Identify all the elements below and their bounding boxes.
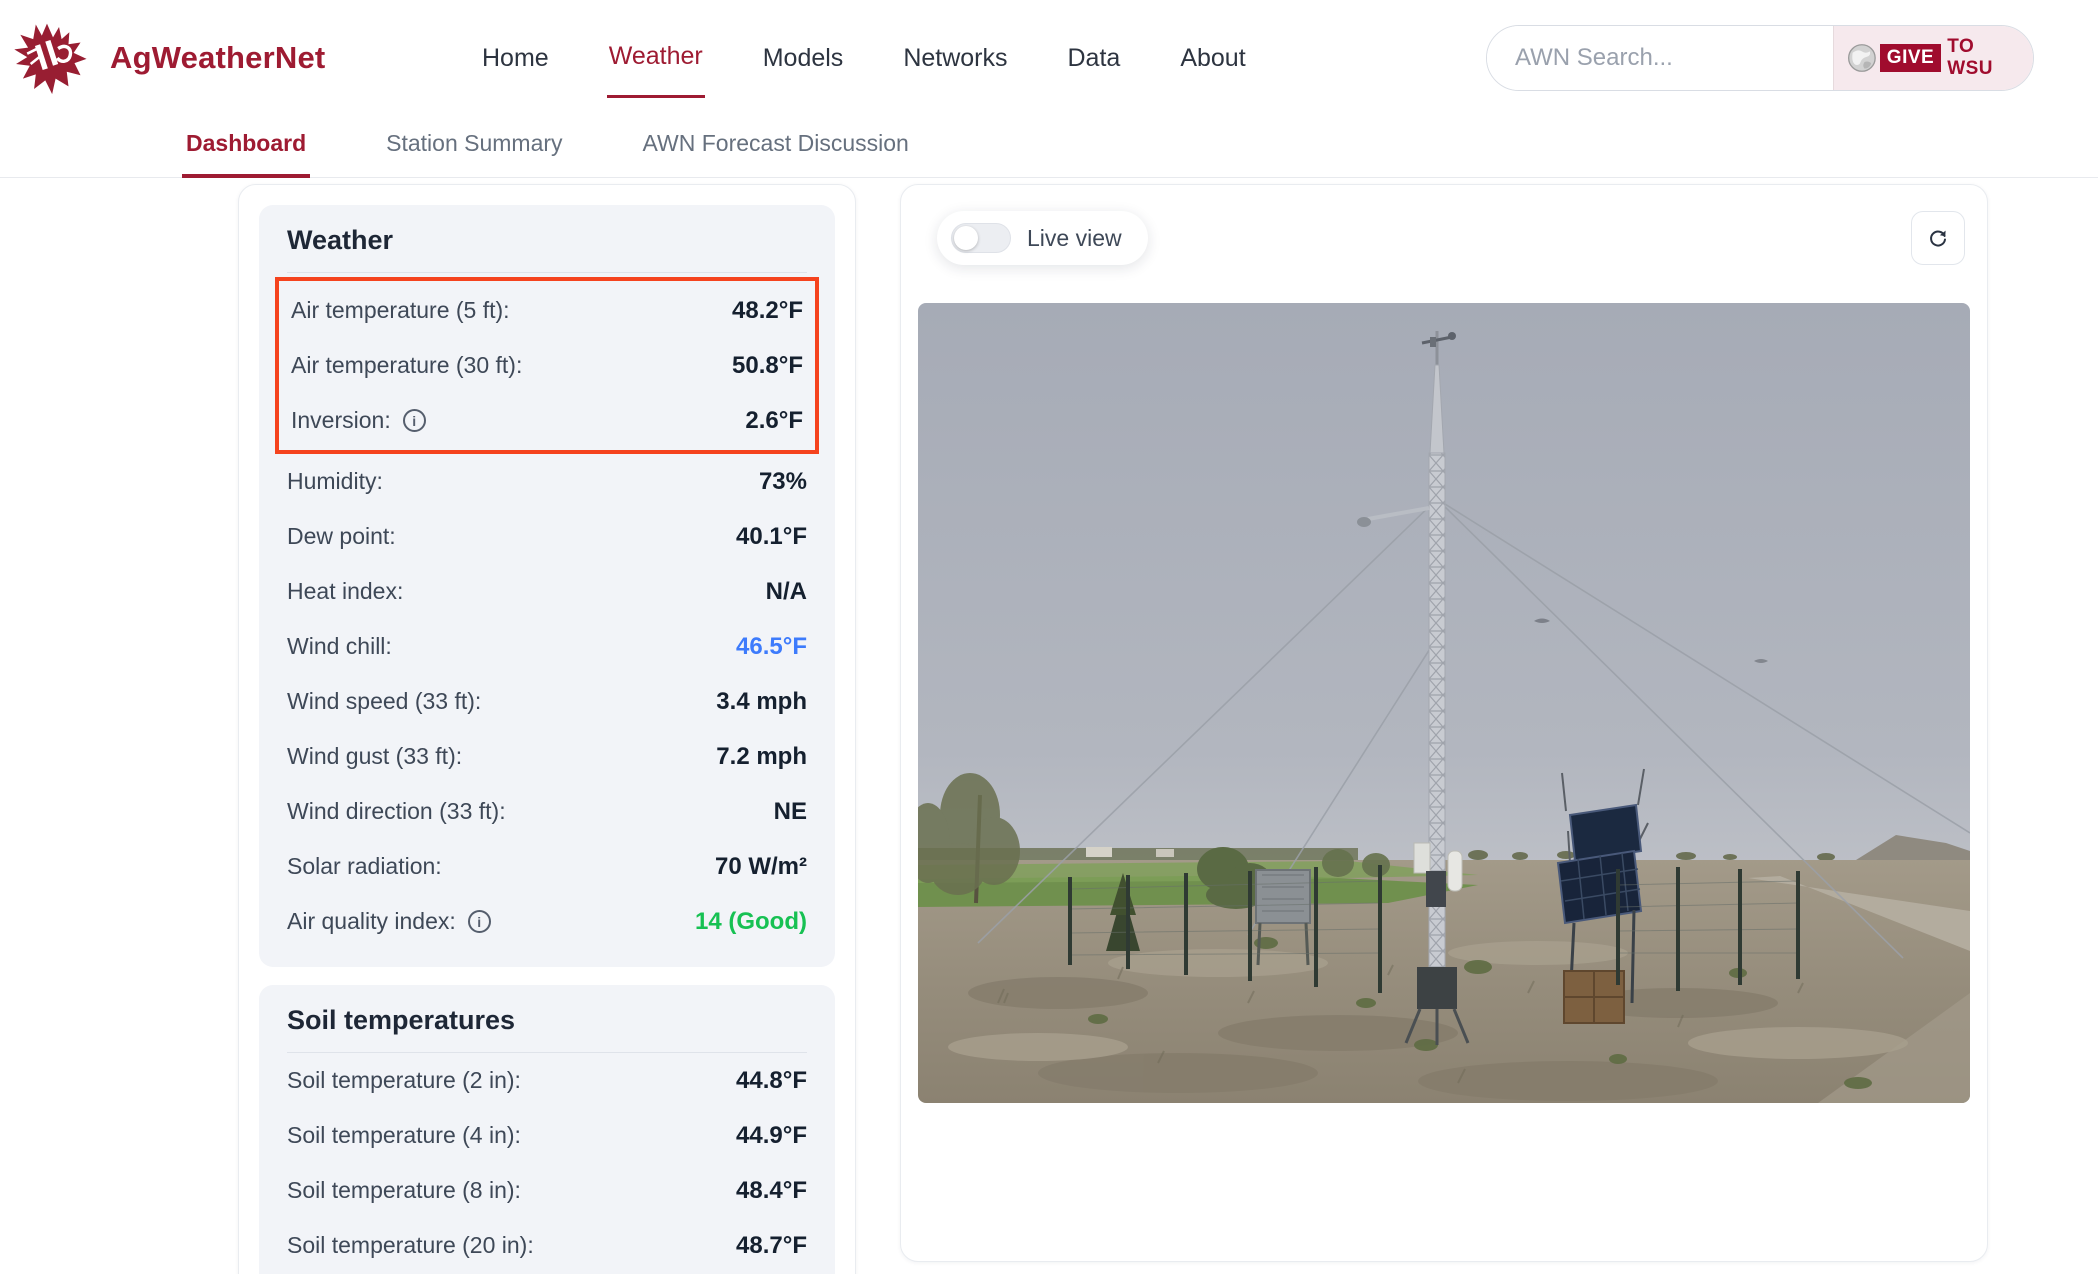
row-wind-direction: Wind direction (33 ft): NE — [287, 784, 807, 839]
tab-dashboard[interactable]: Dashboard — [182, 110, 310, 178]
row-value: 7.2 mph — [716, 743, 807, 771]
row-label: Wind chill: — [287, 633, 392, 660]
live-view-toggle[interactable] — [951, 223, 1011, 253]
nav-item-networks[interactable]: Networks — [901, 20, 1009, 97]
row-label: Air quality index: — [287, 908, 456, 935]
row-air-quality-index: Air quality index: 14 (Good) — [287, 894, 807, 949]
weather-panel: Weather Air temperature (5 ft): 48.2°F A… — [259, 205, 835, 967]
to-wsu-label: TO WSU — [1947, 36, 2013, 80]
row-value: 40.1°F — [736, 523, 807, 551]
row-value: 2.6°F — [745, 407, 803, 435]
row-humidity: Humidity: 73% — [287, 454, 807, 509]
row-label: Humidity: — [287, 468, 383, 495]
weather-station-photo-illustration — [918, 303, 1970, 1103]
row-label: Soil temperature (20 in): — [287, 1232, 534, 1259]
row-value: 73% — [759, 468, 807, 496]
row-value: 46.5°F — [736, 633, 807, 661]
row-soil-temp-2in: Soil temperature (2 in): 44.8°F — [287, 1053, 807, 1108]
give-label: GIVE — [1880, 44, 1941, 72]
tab-station-summary[interactable]: Station Summary — [382, 110, 566, 178]
weather-data-card: Weather Air temperature (5 ft): 48.2°F A… — [238, 184, 856, 1274]
inversion-highlight-box: Air temperature (5 ft): 48.2°F Air tempe… — [275, 277, 819, 454]
camera-toolbar: Live view — [917, 201, 1971, 265]
tab-awn-forecast-discussion[interactable]: AWN Forecast Discussion — [639, 110, 913, 178]
row-value: 3.4 mph — [716, 688, 807, 716]
camera-card: Live view — [900, 184, 1988, 1262]
row-value: 48.7°F — [736, 1232, 807, 1260]
row-label: Soil temperature (2 in): — [287, 1067, 521, 1094]
row-value: 70 W/m² — [715, 853, 807, 881]
row-wind-chill: Wind chill: 46.5°F — [287, 619, 807, 674]
main-content: Weather Air temperature (5 ft): 48.2°F A… — [0, 178, 2098, 1274]
nav-item-about[interactable]: About — [1178, 20, 1247, 97]
row-label: Heat index: — [287, 578, 403, 605]
live-view-control: Live view — [937, 211, 1148, 265]
station-photo — [918, 303, 1970, 1103]
search-input[interactable] — [1487, 26, 1833, 90]
globe-icon — [1846, 39, 1878, 77]
header: AgWeatherNet Home Weather Models Network… — [0, 0, 2098, 110]
row-label: Solar radiation: — [287, 853, 442, 880]
nav-item-models[interactable]: Models — [761, 20, 846, 97]
soil-panel-title: Soil temperatures — [287, 985, 807, 1053]
row-dew-point: Dew point: 40.1°F — [287, 509, 807, 564]
row-label: Soil temperature (4 in): — [287, 1122, 521, 1149]
refresh-button[interactable] — [1911, 211, 1965, 265]
row-value: 44.8°F — [736, 1067, 807, 1095]
nav-item-data[interactable]: Data — [1066, 20, 1123, 97]
row-label: Air temperature (30 ft): — [291, 352, 522, 379]
row-value: 14 (Good) — [695, 908, 807, 936]
secondary-tabs: Dashboard Station Summary AWN Forecast D… — [0, 110, 2098, 178]
row-label: Wind direction (33 ft): — [287, 798, 506, 825]
row-label: Dew point: — [287, 523, 396, 550]
row-soil-temp-20in: Soil temperature (20 in): 48.7°F — [287, 1218, 807, 1273]
row-label: Soil temperature (8 in): — [287, 1177, 521, 1204]
row-value: 48.4°F — [736, 1177, 807, 1205]
main-nav: Home Weather Models Networks Data About — [480, 18, 1248, 98]
row-wind-gust: Wind gust (33 ft): 7.2 mph — [287, 729, 807, 784]
row-value: 50.8°F — [732, 352, 803, 380]
row-label: Air temperature (5 ft): — [291, 297, 510, 324]
row-soil-temp-8in: Soil temperature (8 in): 48.4°F — [287, 1163, 807, 1218]
row-air-temp-5ft: Air temperature (5 ft): 48.2°F — [291, 283, 803, 338]
brand[interactable]: AgWeatherNet — [10, 15, 480, 101]
weather-panel-title: Weather — [287, 205, 807, 273]
search-bar: GIVE TO WSU — [1486, 25, 2034, 91]
row-label: Inversion: — [291, 407, 391, 434]
row-solar-radiation: Solar radiation: 70 W/m² — [287, 839, 807, 894]
row-label: Wind gust (33 ft): — [287, 743, 462, 770]
row-value: N/A — [766, 578, 807, 606]
row-label: Wind speed (33 ft): — [287, 688, 481, 715]
brand-name: AgWeatherNet — [110, 40, 325, 76]
info-icon[interactable] — [468, 910, 491, 933]
row-air-temp-30ft: Air temperature (30 ft): 50.8°F — [291, 338, 803, 393]
row-inversion: Inversion: 2.6°F — [291, 393, 803, 448]
info-icon[interactable] — [403, 409, 426, 432]
row-value: 48.2°F — [732, 297, 803, 325]
nav-item-home[interactable]: Home — [480, 20, 551, 97]
row-value: 44.9°F — [736, 1122, 807, 1150]
row-soil-temp-4in: Soil temperature (4 in): 44.9°F — [287, 1108, 807, 1163]
soil-panel: Soil temperatures Soil temperature (2 in… — [259, 985, 835, 1274]
toggle-knob — [954, 226, 978, 250]
row-wind-speed: Wind speed (33 ft): 3.4 mph — [287, 674, 807, 729]
row-value: NE — [774, 798, 807, 826]
wsu-cougar-logo-icon — [10, 15, 96, 101]
give-to-wsu-button[interactable]: GIVE TO WSU — [1833, 26, 2033, 90]
nav-item-weather[interactable]: Weather — [607, 18, 705, 98]
row-heat-index: Heat index: N/A — [287, 564, 807, 619]
live-view-label: Live view — [1027, 225, 1122, 252]
refresh-icon — [1926, 226, 1950, 250]
